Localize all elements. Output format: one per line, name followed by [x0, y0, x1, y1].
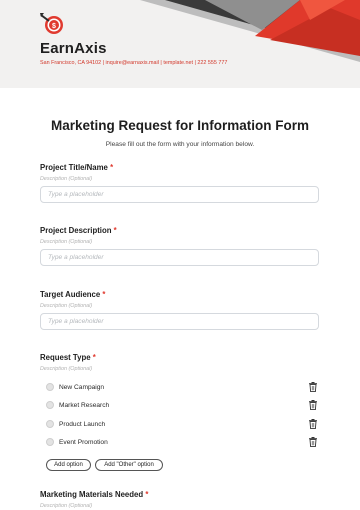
option-label: New Campaign — [59, 383, 105, 391]
target-dollar-icon: $ — [40, 13, 63, 34]
option-label: Product Launch — [59, 420, 106, 428]
radio-button[interactable] — [46, 401, 54, 409]
required-marker: * — [113, 226, 117, 235]
field-label: Marketing Materials Needed * — [40, 490, 149, 499]
svg-text:$: $ — [52, 23, 56, 30]
option-label: Event Promotion — [59, 438, 108, 446]
field-description: Description (Optional) — [40, 366, 93, 372]
field-project-title: Project Title/Name * Description (Option… — [40, 163, 319, 203]
project-title-input[interactable]: Type a placeholder — [40, 186, 319, 203]
logo: $ — [40, 12, 66, 38]
required-marker: * — [145, 490, 149, 499]
add-other-option-button[interactable]: Add "Other" option — [95, 459, 163, 471]
header-banner: $ EarnAxis San Francisco, CA 94102 | inq… — [0, 0, 360, 88]
field-request-type: Request Type * Description (Optional) — [40, 353, 319, 372]
field-description: Description (Optional) — [40, 503, 93, 509]
trash-icon[interactable] — [309, 382, 317, 392]
project-description-input[interactable]: Type a placeholder — [40, 249, 319, 266]
trash-icon[interactable] — [309, 419, 317, 429]
radio-button[interactable] — [46, 438, 54, 446]
radio-button[interactable] — [46, 420, 54, 428]
field-label: Target Audience * — [40, 290, 106, 299]
field-project-description: Project Description * Description (Optio… — [40, 226, 319, 266]
field-target-audience: Target Audience * Description (Optional)… — [40, 290, 319, 330]
radio-option[interactable]: Event Promotion — [46, 436, 320, 448]
required-marker: * — [110, 163, 114, 172]
radio-option[interactable]: Market Research — [46, 399, 320, 411]
contact-info: San Francisco, CA 94102 | inquire@earnax… — [40, 60, 228, 66]
required-marker: * — [102, 290, 106, 299]
field-label: Project Description * — [40, 226, 117, 235]
add-option-button[interactable]: Add option — [46, 459, 91, 471]
field-label: Project Title/Name * — [40, 163, 114, 172]
radio-option[interactable]: New Campaign — [46, 381, 320, 393]
radio-option[interactable]: Product Launch — [46, 418, 320, 430]
field-description: Description (Optional) — [40, 303, 93, 309]
trash-icon[interactable] — [309, 437, 317, 447]
brand-name: EarnAxis — [40, 40, 107, 57]
field-description: Description (Optional) — [40, 176, 93, 182]
field-description: Description (Optional) — [40, 239, 93, 245]
option-label: Market Research — [59, 401, 110, 409]
page-title: Marketing Request for Information Form — [50, 118, 310, 133]
trash-icon[interactable] — [309, 400, 317, 410]
page-subtitle: Please fill out the form with your infor… — [105, 141, 255, 148]
required-marker: * — [92, 353, 96, 362]
field-marketing-materials: Marketing Materials Needed * Description… — [40, 490, 319, 509]
radio-button[interactable] — [46, 383, 54, 391]
target-audience-input[interactable]: Type a placeholder — [40, 313, 319, 330]
field-label: Request Type * — [40, 353, 96, 362]
